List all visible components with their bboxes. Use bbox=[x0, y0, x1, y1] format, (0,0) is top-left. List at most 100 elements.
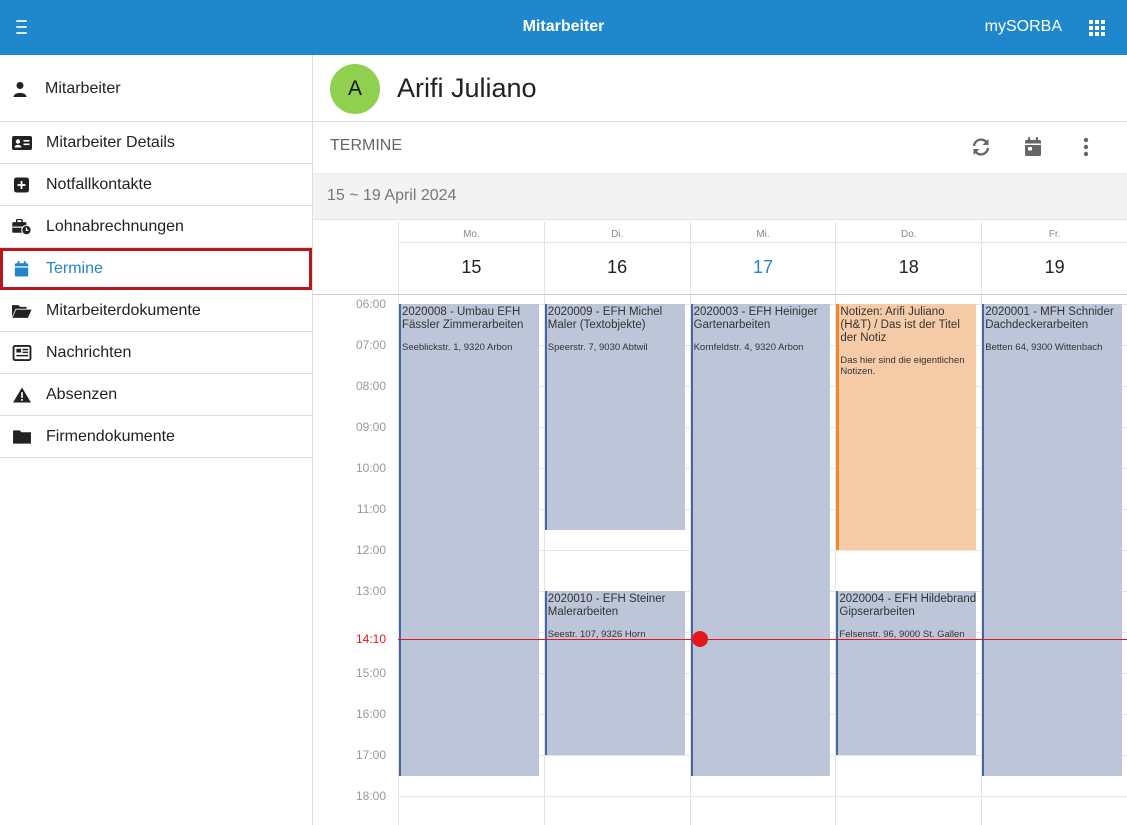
event-address: Betten 64, 9300 Wittenbach bbox=[985, 342, 1103, 353]
event-title: 2020009 - EFH Michel Maler (Textobjekte) bbox=[547, 306, 663, 331]
calendar-event[interactable]: 2020009 - EFH Michel Maler (Textobjekte)… bbox=[544, 304, 685, 530]
avatar: A bbox=[330, 64, 380, 114]
folder-open-icon bbox=[12, 305, 32, 318]
sidebar-item-mitarbeiter-details[interactable]: Mitarbeiter Details bbox=[0, 122, 312, 164]
day-header-divider bbox=[690, 242, 836, 243]
hour-label: 16:00 bbox=[355, 707, 386, 721]
sidebar-item-label: Notfallkontakte bbox=[46, 176, 152, 193]
day-number: 16 bbox=[607, 257, 628, 277]
hour-label: 13:00 bbox=[355, 584, 386, 598]
sidebar-item-nachrichten[interactable]: Nachrichten bbox=[0, 332, 312, 374]
sidebar-item-label: Lohnabrechnungen bbox=[46, 218, 184, 235]
sidebar-item-label: Firmendokumente bbox=[46, 428, 175, 445]
hour-label: 08:00 bbox=[355, 379, 386, 393]
current-time-dot bbox=[691, 630, 708, 647]
main-content: A Arifi Juliano TERMINE 15 ~ 19 April 20… bbox=[313, 55, 1127, 825]
id-card-icon bbox=[12, 136, 32, 150]
sidebar-item-notfallkontakte[interactable]: Notfallkontakte bbox=[0, 164, 312, 206]
warning-icon bbox=[13, 387, 31, 403]
sidebar-item-label: Mitarbeiter Details bbox=[46, 134, 175, 151]
sidebar-item-lohnabrechnungen[interactable]: Lohnabrechnungen bbox=[0, 206, 312, 248]
week-calendar[interactable]: Mo. 15 Di. 16 Mi. 17 Do. 18 Fr. 19 06:00 07:00 08:00… bbox=[313, 222, 1127, 825]
sidebar-item-label: Mitarbeiterdokumente bbox=[46, 302, 201, 319]
day-header[interactable]: Do. 18 bbox=[835, 222, 982, 295]
weekday-label: Mi. bbox=[756, 229, 770, 240]
folder-icon bbox=[13, 430, 31, 444]
day-number: 19 bbox=[1044, 257, 1065, 277]
event-title: 2020003 - EFH Heiniger Gartenarbeiten bbox=[693, 306, 818, 331]
calendar-event[interactable]: 2020008 - Umbau EFH Fässler Zimmerarbeit… bbox=[399, 304, 539, 776]
day-header[interactable]: Mo. 15 bbox=[398, 222, 544, 295]
more-vertical-icon[interactable] bbox=[1074, 135, 1098, 159]
event-address: Kornfeldstr. 4, 9320 Arbon bbox=[693, 342, 804, 353]
date-range-label: 15 ~ 19 April 2024 bbox=[327, 187, 457, 204]
section-title: TERMINE bbox=[330, 137, 402, 154]
hour-label: 06:00 bbox=[355, 297, 386, 311]
calendar-note[interactable]: Notizen: Arifi Juliano (H&T) / Das ist d… bbox=[836, 304, 977, 550]
sidebar: Mitarbeiter Mitarbeiter Details Notfallk… bbox=[0, 55, 313, 825]
event-address: Speerstr. 7, 9030 Abtwil bbox=[547, 342, 648, 353]
brand-link[interactable]: mySORBA bbox=[985, 18, 1062, 36]
event-title: 2020010 - EFH Steiner Malerarbeiten bbox=[547, 593, 666, 618]
plus-square-icon bbox=[14, 177, 29, 193]
current-time-line bbox=[398, 638, 1127, 640]
sidebar-item-label: Absenzen bbox=[46, 386, 118, 403]
date-range-bar: 15 ~ 19 April 2024 bbox=[313, 174, 1127, 220]
calendar-event[interactable]: 2020010 - EFH Steiner Malerarbeiten Seest… bbox=[544, 591, 685, 755]
top-app-bar: Mitarbeiter mySORBA bbox=[0, 0, 1127, 55]
calendar-event[interactable]: 2020001 - MFH Schnider Dachdeckerarbeite… bbox=[982, 304, 1122, 776]
hour-label: 17:00 bbox=[355, 748, 386, 762]
hour-label: 10:00 bbox=[355, 461, 386, 475]
hour-label: 15:00 bbox=[355, 666, 386, 680]
weekday-label: Fr. bbox=[1048, 229, 1061, 240]
sidebar-item-firmendokumente[interactable]: Firmendokumente bbox=[0, 416, 312, 458]
hour-label: 07:00 bbox=[355, 338, 386, 352]
day-header[interactable]: Fr. 19 bbox=[981, 222, 1127, 295]
hour-gridline bbox=[398, 796, 1127, 797]
day-number: 15 bbox=[461, 257, 482, 277]
calendar-icon bbox=[14, 261, 29, 277]
weekday-label: Di. bbox=[611, 229, 624, 240]
sidebar-header-label: Mitarbeiter bbox=[45, 80, 121, 97]
calendar-today-icon[interactable] bbox=[1021, 135, 1045, 159]
day-header-divider bbox=[544, 242, 690, 243]
hour-label: 18:00 bbox=[355, 789, 386, 803]
sidebar-item-absenzen[interactable]: Absenzen bbox=[0, 374, 312, 416]
event-address: Das hier sind die eigentlichen Notizen. bbox=[840, 355, 965, 377]
briefcase-clock-icon bbox=[12, 219, 32, 235]
employee-name: Arifi Juliano bbox=[397, 73, 537, 103]
hour-label: 12:00 bbox=[355, 543, 386, 557]
current-time-label: 14:10 bbox=[355, 631, 386, 646]
day-number: 18 bbox=[898, 257, 919, 277]
event-address: Seeblickstr. 1, 9320 Arbon bbox=[402, 342, 513, 353]
time-gutter-header bbox=[313, 222, 398, 295]
sidebar-header: Mitarbeiter bbox=[0, 55, 312, 122]
day-header[interactable]: Mi. 17 bbox=[689, 222, 836, 295]
day-number: 17 bbox=[752, 257, 773, 277]
day-header-divider bbox=[399, 242, 544, 243]
event-title: 2020008 - Umbau EFH Fässler Zimmerarbeit… bbox=[402, 306, 524, 331]
event-title: Notizen: Arifi Juliano (H&T) / Das ist d… bbox=[840, 306, 960, 344]
weekday-label: Do. bbox=[901, 229, 917, 240]
event-title: 2020001 - MFH Schnider Dachdeckerarbeite… bbox=[985, 306, 1114, 331]
day-header-divider bbox=[982, 242, 1127, 243]
refresh-icon[interactable] bbox=[969, 135, 993, 159]
sidebar-item-label: Termine bbox=[46, 260, 103, 277]
person-icon bbox=[13, 82, 27, 97]
sidebar-item-label: Nachrichten bbox=[46, 344, 132, 361]
section-toolbar: TERMINE bbox=[313, 122, 1127, 174]
employee-header: A Arifi Juliano bbox=[313, 55, 1127, 122]
hour-label: 11:00 bbox=[356, 502, 386, 516]
day-header-divider bbox=[836, 242, 982, 243]
event-title: 2020004 - EFH Hildebrand Gipserarbeiten bbox=[839, 593, 977, 618]
app-title: Mitarbeiter bbox=[522, 18, 605, 35]
hour-label: 09:00 bbox=[355, 420, 386, 434]
weekday-label: Mo. bbox=[463, 229, 480, 240]
app-grid-icon[interactable] bbox=[1089, 20, 1105, 36]
sidebar-item-termine[interactable]: Termine bbox=[0, 248, 312, 290]
calendar-event[interactable]: 2020004 - EFH Hildebrand Gipserarbeiten F… bbox=[836, 591, 977, 755]
calendar-event[interactable]: 2020003 - EFH Heiniger Gartenarbeiten Kor… bbox=[690, 304, 831, 776]
newspaper-icon bbox=[12, 345, 32, 361]
day-header[interactable]: Di. 16 bbox=[543, 222, 690, 295]
sidebar-item-mitarbeiterdokumente[interactable]: Mitarbeiterdokumente bbox=[0, 290, 312, 332]
